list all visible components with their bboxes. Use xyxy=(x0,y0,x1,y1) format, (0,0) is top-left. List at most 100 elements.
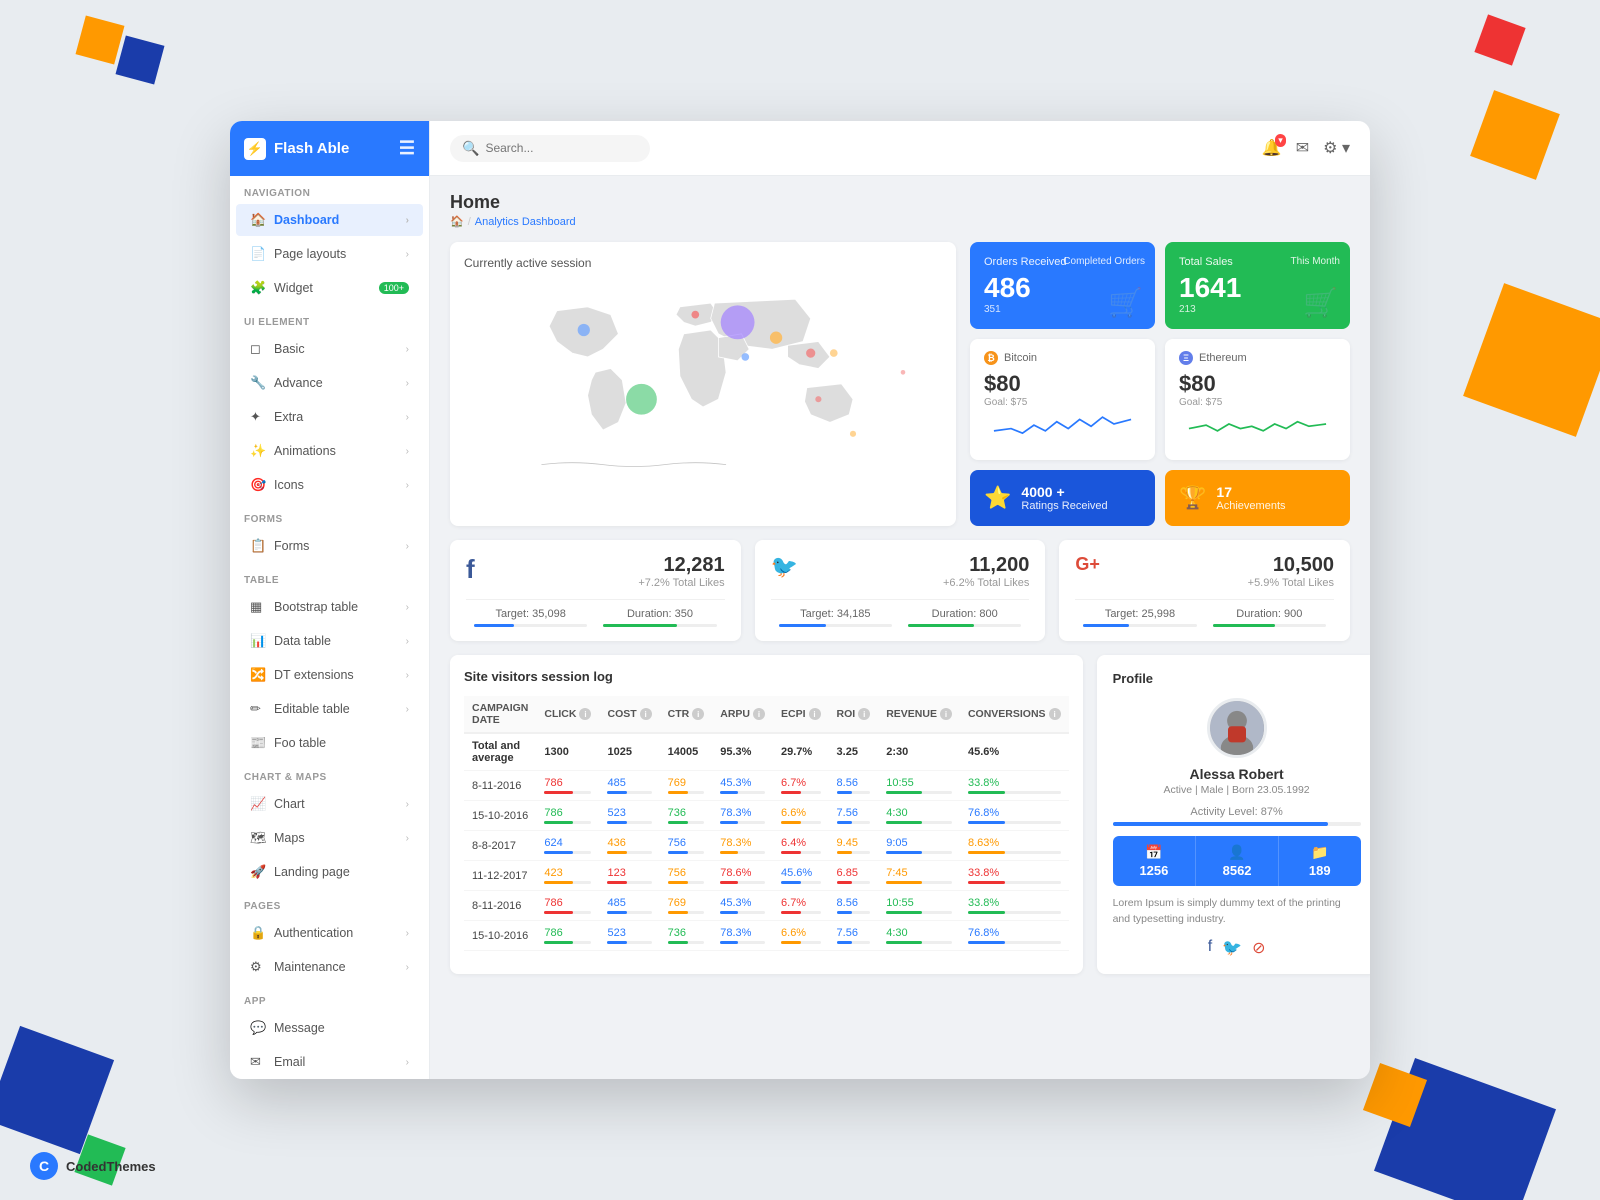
sidebar-item-data-table[interactable]: 📊 Data table › xyxy=(236,625,423,657)
bitcoin-card: ₿ Bitcoin $80 Goal: $75 xyxy=(970,339,1155,460)
settings-icon[interactable]: ⚙ ▾ xyxy=(1323,138,1350,158)
sidebar-item-extra[interactable]: ✦ Extra › xyxy=(236,401,423,433)
th-cost: COST i xyxy=(599,696,659,733)
facebook-numbers: 12,281 +7.2% Total Likes xyxy=(638,554,724,589)
table-cell: 9.45 xyxy=(829,831,879,861)
section-label-app: App xyxy=(230,984,429,1011)
table-cell: Total and average xyxy=(464,733,536,771)
arrow-icon: › xyxy=(406,670,409,681)
search-input[interactable] xyxy=(485,141,625,155)
sidebar-item-advance[interactable]: 🔧 Advance › xyxy=(236,367,423,399)
sidebar-item-bootstrap-table[interactable]: ▦ Bootstrap table › xyxy=(236,591,423,623)
breadcrumb: 🏠 / Analytics Dashboard xyxy=(450,215,1350,228)
duration-track xyxy=(908,624,1021,627)
table-cell: 7:45 xyxy=(878,861,960,891)
sidebar-item-widget[interactable]: 🧩 Widget 100+ xyxy=(236,272,423,304)
sidebar-item-foo-table[interactable]: 📰 Foo table xyxy=(236,727,423,759)
bitcoin-chart xyxy=(984,408,1141,448)
twitter-card: 🐦 11,200 +6.2% Total Likes Target: 34,18… xyxy=(755,540,1046,641)
footer-logo: C xyxy=(30,1152,58,1180)
deco-shape xyxy=(76,16,125,65)
activity-progress-fill xyxy=(1113,822,1329,826)
sidebar-item-icons[interactable]: 🎯 Icons › xyxy=(236,469,423,501)
ethereum-card: Ξ Ethereum $80 Goal: $75 xyxy=(1165,339,1350,460)
sidebar-item-message[interactable]: 💬 Message xyxy=(236,1012,423,1044)
sidebar-item-email[interactable]: ✉ Email › xyxy=(236,1046,423,1078)
profile-socials: f 🐦 ⊘ xyxy=(1113,938,1361,958)
profile-name: Alessa Robert xyxy=(1113,766,1361,782)
basic-icon: ◻ xyxy=(250,341,266,357)
table-cell: 3.25 xyxy=(829,733,879,771)
sidebar-item-auth[interactable]: 🔒 Authentication › xyxy=(236,917,423,949)
profile-googleplus-icon[interactable]: ⊘ xyxy=(1252,938,1265,958)
achievements-value: 17 xyxy=(1216,484,1285,500)
orders-received-card: Orders Received 486 351 Completed Orders… xyxy=(970,242,1155,329)
search-bar[interactable]: 🔍 xyxy=(450,135,650,162)
googleplus-growth: +5.9% Total Likes xyxy=(1248,577,1334,589)
sidebar-item-chart[interactable]: 📈 Chart › xyxy=(236,788,423,820)
sidebar-item-label: Widget xyxy=(274,281,375,295)
sidebar-item-editable-table[interactable]: ✏ Editable table › xyxy=(236,693,423,725)
profile-stat-value-2: 8562 xyxy=(1202,863,1272,878)
table-header-row: CAMPAIGN DATE CLICK i COST i CTR i ARPU … xyxy=(464,696,1069,733)
table-row: 15-10-201678652373678.3%6.6%7.564:3076.8… xyxy=(464,921,1069,951)
sidebar-item-forms[interactable]: 📋 Forms › xyxy=(236,530,423,562)
sidebar-item-maintenance[interactable]: ⚙ Maintenance › xyxy=(236,951,423,983)
googleplus-card: G+ 10,500 +5.9% Total Likes Target: 25,9… xyxy=(1059,540,1350,641)
sidebar-item-animations[interactable]: ✨ Animations › xyxy=(236,435,423,467)
table-cell: 6.85 xyxy=(829,861,879,891)
table-cell: 736 xyxy=(660,921,713,951)
twitter-growth: +6.2% Total Likes xyxy=(943,577,1029,589)
sidebar-item-maps[interactable]: 🗺 Maps › xyxy=(236,822,423,854)
sidebar-item-page-layouts[interactable]: 📄 Page layouts › xyxy=(236,238,423,270)
table-row: 15-10-201678652373678.3%6.6%7.564:3076.8… xyxy=(464,801,1069,831)
duration-fill xyxy=(1213,624,1275,627)
btc-icon: ₿ xyxy=(984,351,998,365)
hamburger-icon[interactable]: ☰ xyxy=(399,138,415,159)
table-cell: 4:30 xyxy=(878,921,960,951)
table-row: Total and average130010251400595.3%29.7%… xyxy=(464,733,1069,771)
table-cell: 6.7% xyxy=(773,771,829,801)
section-label-charts: Chart & Maps xyxy=(230,760,429,787)
advance-icon: 🔧 xyxy=(250,375,266,391)
sidebar-item-dashboard[interactable]: 🏠 Dashboard › xyxy=(236,204,423,236)
profile-facebook-icon[interactable]: f xyxy=(1208,938,1212,958)
duration-track xyxy=(603,624,716,627)
page-title: Home xyxy=(450,192,1350,213)
achievements-card[interactable]: 🏆 17 Achievements xyxy=(1165,470,1350,526)
th-arpu: ARPU i xyxy=(712,696,773,733)
sidebar-item-dt-extensions[interactable]: 🔀 DT extensions › xyxy=(236,659,423,691)
maps-icon: 🗺 xyxy=(250,830,266,846)
table-cell: 8-8-2017 xyxy=(464,831,536,861)
notification-icon[interactable]: 🔔 ▾ xyxy=(1262,138,1282,158)
arrow-icon: › xyxy=(406,799,409,810)
cart-icon: 🛒 xyxy=(1108,286,1143,319)
target-fill xyxy=(1083,624,1128,627)
profile-twitter-icon[interactable]: 🐦 xyxy=(1222,938,1242,958)
widget-badge: 100+ xyxy=(379,282,409,294)
breadcrumb-current: Analytics Dashboard xyxy=(475,216,576,228)
table-cell: 78.6% xyxy=(712,861,773,891)
profile-stats: 📅 1256 👤 8562 📁 189 xyxy=(1113,836,1361,886)
deco-shape xyxy=(1474,14,1525,65)
top-section: Currently active session xyxy=(450,242,1350,526)
social-row: f 12,281 +7.2% Total Likes Target: 35,09… xyxy=(450,540,1350,641)
sidebar-item-label: Editable table xyxy=(274,702,406,716)
arrow-icon: › xyxy=(406,833,409,844)
sidebar-item-basic[interactable]: ◻ Basic › xyxy=(236,333,423,365)
table-cell: 1025 xyxy=(599,733,659,771)
table-cell: 756 xyxy=(660,831,713,861)
table-cell: 786 xyxy=(536,891,599,921)
arrow-icon: › xyxy=(406,215,409,226)
arrow-icon: › xyxy=(406,928,409,939)
profile-stat-user: 👤 8562 xyxy=(1195,836,1278,886)
sidebar-item-label: Icons xyxy=(274,478,406,492)
target-track xyxy=(1083,624,1196,627)
auth-icon: 🔒 xyxy=(250,925,266,941)
widget-icon: 🧩 xyxy=(250,280,266,296)
bitcoin-label: Bitcoin xyxy=(1004,352,1037,364)
sidebar-item-landing-page[interactable]: 🚀 Landing page xyxy=(236,856,423,888)
mail-icon[interactable]: ✉ xyxy=(1296,138,1309,158)
ratings-card[interactable]: ⭐ 4000 + Ratings Received xyxy=(970,470,1155,526)
bitcoin-header: ₿ Bitcoin xyxy=(984,351,1141,365)
